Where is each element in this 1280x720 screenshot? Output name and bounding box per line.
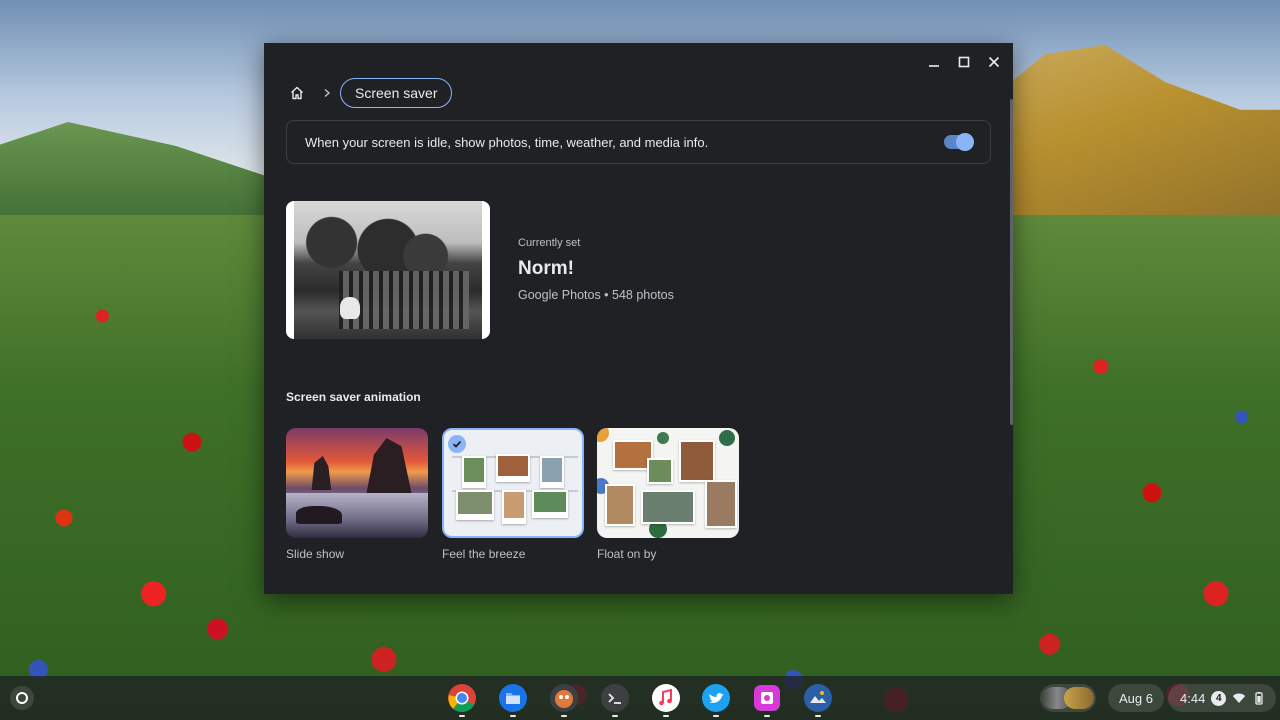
animation-option-feel-the-breeze[interactable]: Feel the breeze — [442, 428, 584, 561]
chromebook-game-icon — [550, 684, 578, 712]
files-app[interactable] — [498, 683, 528, 717]
animation-option-label: Float on by — [597, 547, 657, 561]
files-icon — [499, 684, 527, 712]
wifi-icon — [1232, 691, 1246, 705]
status-area[interactable]: 4:44 4 — [1168, 684, 1276, 712]
photo-editor-app[interactable] — [752, 683, 782, 717]
toggle-description: When your screen is idle, show photos, t… — [305, 134, 709, 150]
close-button[interactable] — [981, 49, 1007, 75]
holding-space-thumbnail — [1064, 687, 1094, 709]
animation-option-label: Feel the breeze — [442, 547, 526, 561]
maximize-icon — [958, 56, 970, 68]
music-app[interactable] — [651, 683, 681, 717]
gallery-app[interactable] — [803, 683, 833, 717]
breadcrumb: Screen saver — [284, 78, 453, 108]
animation-option-label: Slide show — [286, 547, 345, 561]
window-controls — [921, 49, 1007, 75]
album-meta: Google Photos • 548 photos — [518, 288, 674, 302]
chrome-app[interactable] — [447, 683, 477, 717]
clock-time: 4:44 — [1180, 690, 1206, 706]
screen-saver-toggle[interactable] — [944, 133, 974, 151]
battery-icon — [1252, 691, 1266, 705]
toggle-knob — [956, 133, 974, 151]
scrollbar[interactable] — [1010, 99, 1013, 425]
launcher-button[interactable] — [10, 686, 34, 710]
gallery-icon — [804, 684, 832, 712]
animation-option-slide-show[interactable]: Slide show — [286, 428, 428, 561]
home-button[interactable] — [284, 80, 310, 106]
breadcrumb-current-page[interactable]: Screen saver — [340, 78, 453, 108]
slide-show-thumbnail — [286, 428, 428, 538]
terminal-icon — [601, 684, 629, 712]
feel-the-breeze-thumbnail — [442, 428, 584, 538]
launcher-icon — [16, 692, 28, 704]
notification-count-badge: 4 — [1211, 690, 1227, 706]
music-icon — [652, 684, 680, 712]
game-app[interactable] — [549, 683, 579, 717]
animation-section-title: Screen saver animation — [286, 390, 421, 404]
home-icon — [291, 86, 303, 100]
selected-check-icon — [448, 435, 466, 453]
terminal-app[interactable] — [600, 683, 630, 717]
photo-editor-icon — [754, 685, 780, 711]
minimize-icon — [929, 65, 939, 67]
close-icon — [988, 56, 1000, 68]
calendar-date-button[interactable]: Aug 6 — [1108, 684, 1164, 712]
float-on-by-thumbnail — [597, 428, 739, 538]
chrome-icon — [448, 684, 476, 712]
album-preview-image[interactable] — [286, 201, 490, 339]
screen-saver-settings-window: Screen saver When your screen is idle, s… — [264, 43, 1013, 594]
minimize-button[interactable] — [921, 49, 947, 75]
twitter-icon — [702, 684, 730, 712]
wallpaper-mountain — [1000, 45, 1280, 230]
currently-set-label: Currently set — [518, 237, 581, 249]
maximize-button[interactable] — [951, 49, 977, 75]
twitter-app[interactable] — [701, 683, 731, 717]
tote-holding-space[interactable] — [1040, 684, 1096, 712]
screen-saver-toggle-row[interactable]: When your screen is idle, show photos, t… — [286, 120, 991, 164]
animation-option-float-on-by[interactable]: Float on by — [597, 428, 739, 561]
album-title: Norm! — [518, 258, 574, 279]
chevron-right-icon — [322, 86, 334, 100]
